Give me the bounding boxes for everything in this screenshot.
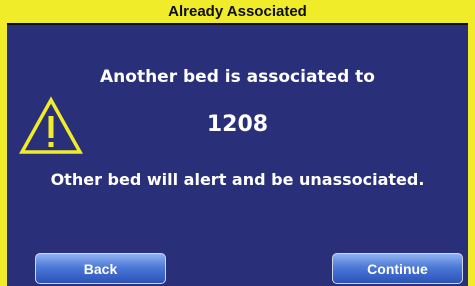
continue-button[interactable]: Continue: [332, 253, 463, 284]
back-button[interactable]: Back: [35, 253, 166, 284]
association-dialog: Already Associated Another bed is associ…: [0, 0, 475, 286]
dialog-title: Already Associated: [7, 0, 468, 25]
message-line-1: Another bed is associated to: [100, 67, 375, 87]
bed-number: 1208: [206, 112, 269, 137]
message-line-2: Other bed will alert and be unassociated…: [50, 170, 425, 189]
